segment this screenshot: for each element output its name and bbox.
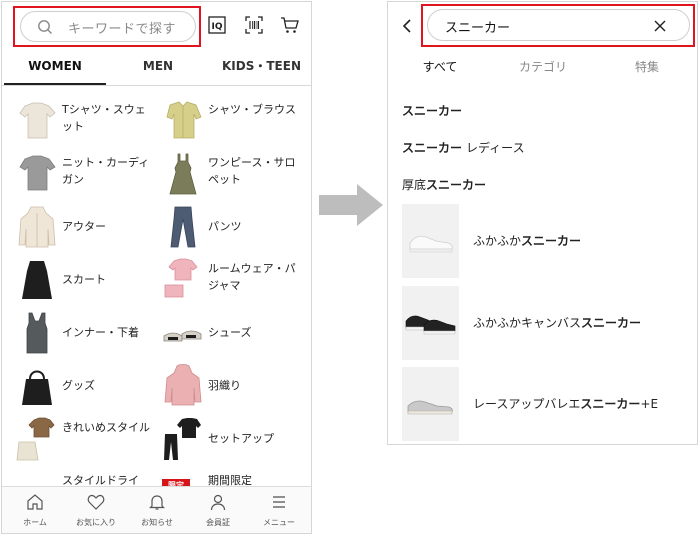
category-outer[interactable]: アウター [16, 204, 156, 254]
active-tab-indicator [4, 83, 106, 85]
product-thumbnail [402, 204, 459, 278]
nav-favorites[interactable]: お気に入り [65, 487, 127, 533]
black-canvas-sneaker-icon [405, 315, 456, 335]
nav-home[interactable]: ホーム [4, 487, 66, 533]
category-shirt-blouse[interactable]: シャツ・ブラウス [162, 98, 302, 148]
shoes-icon [163, 330, 202, 342]
suggestion-item[interactable]: 厚底スニーカー [402, 176, 486, 193]
category-shoes[interactable]: シューズ [162, 310, 302, 360]
product-item[interactable]: レースアップバレエスニーカー+E [402, 367, 692, 443]
home-screen: キーワードで探す IQ WOMEN MEN KIDS・TEEN Tシャツ・スウェ… [1, 1, 312, 534]
category-setup[interactable]: セットアップ [162, 416, 302, 466]
category-skirt[interactable]: スカート [16, 257, 156, 307]
category-pants[interactable]: パンツ [162, 204, 302, 254]
tab-men[interactable]: MEN [106, 50, 210, 86]
nav-menu[interactable]: メニュー [248, 487, 310, 533]
dress-icon [169, 153, 197, 195]
gender-tabs: WOMEN MEN KIDS・TEEN [2, 50, 311, 86]
svg-text:IQ: IQ [212, 22, 223, 32]
search-query: スニーカー [445, 21, 511, 36]
tshirt-icon [19, 102, 56, 139]
product-title: ふかふかスニーカー [473, 234, 582, 248]
category-kireime-style[interactable]: きれいめスタイル [16, 416, 156, 466]
product-title: レースアップバレエスニーカー+E [473, 397, 659, 411]
tab-kids-teen[interactable]: KIDS・TEEN [210, 50, 311, 86]
search-results-screen: スニーカー すべて カテゴリ 特集 スニーカー スニーカー レディース 厚底スニー… [387, 1, 698, 445]
close-icon[interactable] [652, 18, 668, 34]
blouse-icon [166, 101, 202, 139]
tab-all[interactable]: すべて [395, 58, 485, 75]
product-item[interactable]: ふかふかスニーカー [402, 204, 692, 280]
search-placeholder: キーワードで探す [68, 22, 177, 37]
bottom-navigation: ホーム お気に入り お知らせ 会員証 メニュー [2, 486, 311, 533]
pants-icon [170, 206, 196, 248]
barcode-scan-icon[interactable] [244, 15, 264, 35]
category-roomwear-pajama[interactable]: ルームウェア・パジャマ [162, 257, 302, 307]
product-title: ふかふかキャンバススニーカー [473, 316, 642, 330]
home-icon [27, 494, 43, 510]
knit-icon [19, 155, 56, 191]
suggestion-item[interactable]: スニーカー [402, 102, 462, 119]
style-icon [16, 417, 55, 461]
white-sneaker-icon [409, 235, 453, 253]
outer-icon [18, 206, 56, 248]
inner-icon [26, 312, 48, 354]
result-tabs: すべて カテゴリ 特集 [388, 52, 697, 82]
top-bar: キーワードで探す IQ [2, 2, 311, 50]
search-top-bar: スニーカー [388, 2, 697, 50]
heart-icon [87, 494, 105, 510]
nav-member-card[interactable]: 会員証 [187, 487, 249, 533]
category-tshirt-sweat[interactable]: Tシャツ・スウェット [16, 98, 156, 148]
menu-icon [273, 496, 285, 508]
skirt-icon [22, 261, 52, 299]
bell-icon [149, 495, 165, 510]
search-highlight-box: スニーカー [421, 4, 695, 47]
category-haori[interactable]: 羽織り [162, 363, 302, 413]
user-icon [210, 494, 226, 511]
search-icon [38, 20, 52, 34]
silver-ballet-sneaker-icon [407, 400, 453, 415]
product-item[interactable]: ふかふかキャンバススニーカー [402, 286, 692, 362]
tab-feature[interactable]: 特集 [602, 58, 692, 75]
category-goods[interactable]: グッズ [16, 363, 156, 413]
search-highlight-box: キーワードで探す [13, 6, 201, 47]
category-knit-cardigan[interactable]: ニット・カーディガン [16, 151, 156, 201]
hoodie-icon [164, 364, 202, 406]
tab-category[interactable]: カテゴリ [498, 58, 588, 75]
suggestion-item[interactable]: スニーカー レディース [402, 139, 525, 156]
setup-icon [164, 418, 201, 460]
back-icon[interactable] [400, 16, 414, 36]
product-thumbnail [402, 367, 459, 441]
search-input[interactable]: キーワードで探す [20, 11, 196, 42]
cart-icon[interactable] [280, 15, 300, 35]
tab-women[interactable]: WOMEN [4, 50, 106, 86]
category-inner-underwear[interactable]: インナー・下着 [16, 310, 156, 360]
search-input[interactable]: スニーカー [427, 9, 690, 41]
qr-code-icon[interactable]: IQ [207, 15, 227, 35]
arrow-right-icon [319, 184, 383, 226]
pajama-icon [164, 258, 198, 298]
nav-notifications[interactable]: お知らせ [126, 487, 188, 533]
bag-icon [22, 370, 52, 405]
product-thumbnail [402, 286, 459, 360]
category-onepiece-salopette[interactable]: ワンピース・サロペット [162, 151, 302, 201]
